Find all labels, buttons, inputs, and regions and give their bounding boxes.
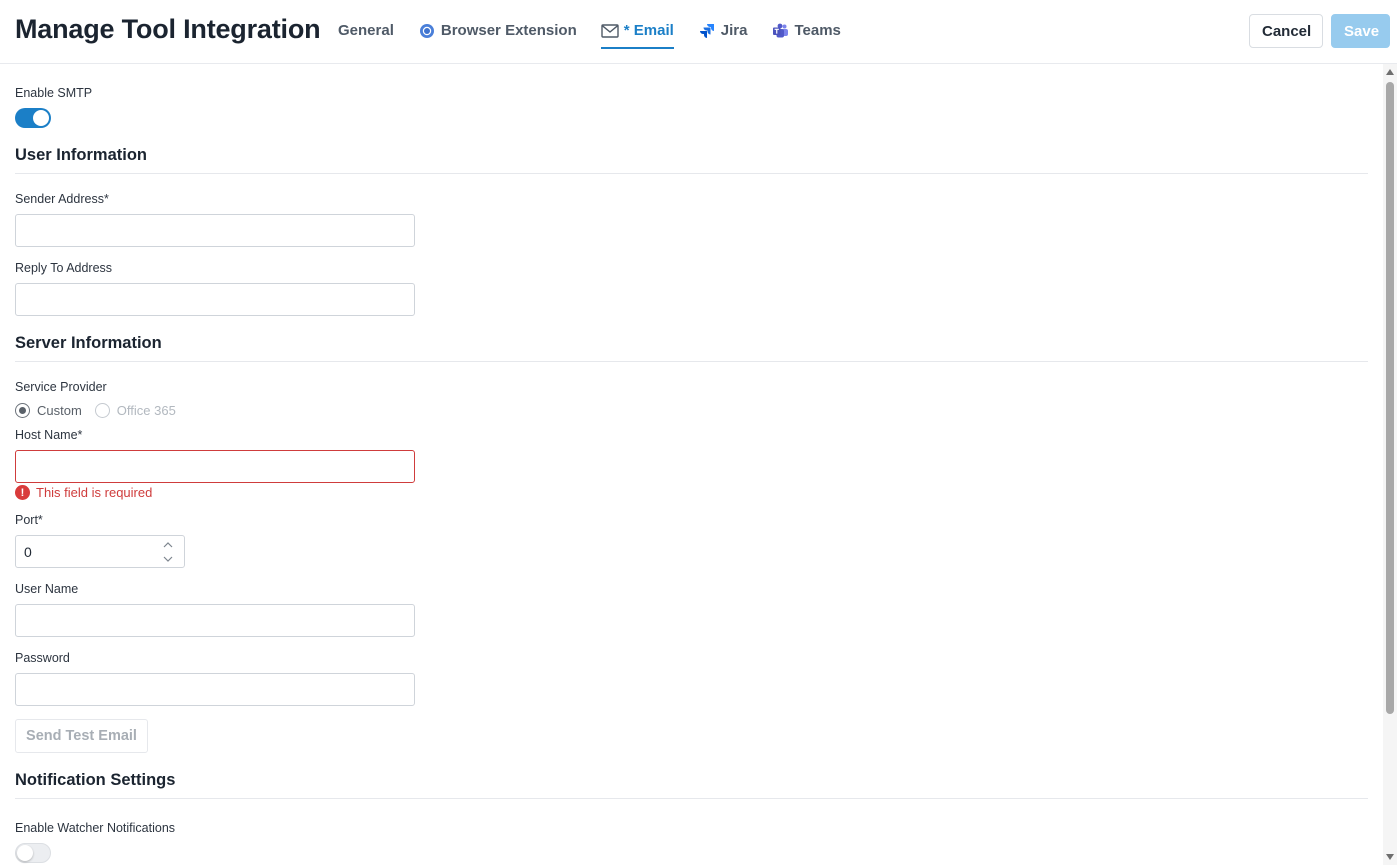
host-name-error: ! This field is required [15,485,152,500]
reply-to-address-label: Reply To Address [15,261,113,275]
watcher-notifications-label: Enable Watcher Notifications [15,821,176,835]
vertical-scrollbar[interactable] [1383,64,1397,865]
header-actions: Cancel Save [1249,14,1390,48]
teams-icon [771,22,789,40]
host-name-input[interactable] [15,450,415,483]
chrome-icon [418,22,436,40]
port-input[interactable] [16,536,146,567]
server-information-title: Server Information [15,334,162,352]
radio-label: Custom [37,403,82,418]
user-name-input[interactable] [15,604,415,637]
envelope-icon [601,22,619,40]
notification-settings-title: Notification Settings [15,771,176,789]
tab-bar: General Browser Extension * Email Jira T… [338,0,865,64]
tab-general[interactable]: General [338,0,394,49]
section-divider [15,173,1368,174]
error-text: This field is required [36,485,153,500]
form-content: Enable SMTP User Information Sender Addr… [15,64,1368,865]
reply-to-address-input[interactable] [15,283,415,316]
scroll-down-arrow-icon[interactable] [1386,854,1394,860]
port-stepper [15,535,185,568]
sender-address-input[interactable] [15,214,415,247]
scroll-thumb[interactable] [1386,82,1394,714]
watcher-notifications-toggle[interactable] [15,843,51,863]
tab-label: Browser Extension [440,22,577,39]
sender-address-label: Sender Address* [15,192,109,206]
tab-jira[interactable]: Jira [698,0,748,49]
user-information-title: User Information [15,146,148,164]
radio-dot [15,403,30,418]
tab-label: General [338,22,394,39]
chevron-down-icon[interactable] [162,555,174,563]
tab-label: Teams [794,22,841,39]
provider-custom-radio[interactable]: Custom [15,403,82,418]
radio-dot [94,403,110,418]
send-test-email-button[interactable]: Send Test Email [15,719,148,753]
port-label: Port* [15,513,43,527]
error-icon: ! [15,485,30,500]
save-button[interactable]: Save [1331,14,1390,48]
cancel-button[interactable]: Cancel [1249,14,1323,48]
enable-smtp-toggle[interactable] [15,108,51,128]
provider-office365-radio[interactable]: Office 365 [94,403,176,418]
tab-teams[interactable]: Teams [771,0,841,49]
scroll-up-arrow-icon[interactable] [1386,69,1394,75]
tab-label: Jira [720,22,748,39]
tab-label: * Email [623,22,674,39]
chevron-up-icon[interactable] [162,541,174,549]
service-provider-label: Service Provider [15,380,107,394]
tab-browser-extension[interactable]: Browser Extension [418,0,577,49]
toggle-knob [33,110,49,126]
header: Manage Tool Integration General Browser … [0,0,1397,64]
password-input[interactable] [15,673,415,706]
page-title: Manage Tool Integration [15,14,321,44]
radio-label: Office 365 [116,403,176,418]
user-name-label: User Name [15,582,79,596]
stepper-arrows[interactable] [162,541,174,563]
service-provider-radio-group: Custom Office 365 [15,403,189,418]
section-divider [15,361,1368,362]
host-name-label: Host Name* [15,428,83,442]
tab-email[interactable]: * Email [600,0,674,49]
enable-smtp-label: Enable SMTP [15,86,93,100]
password-label: Password [15,651,70,665]
toggle-knob [17,845,33,861]
section-divider [15,798,1368,799]
jira-icon [698,22,716,40]
